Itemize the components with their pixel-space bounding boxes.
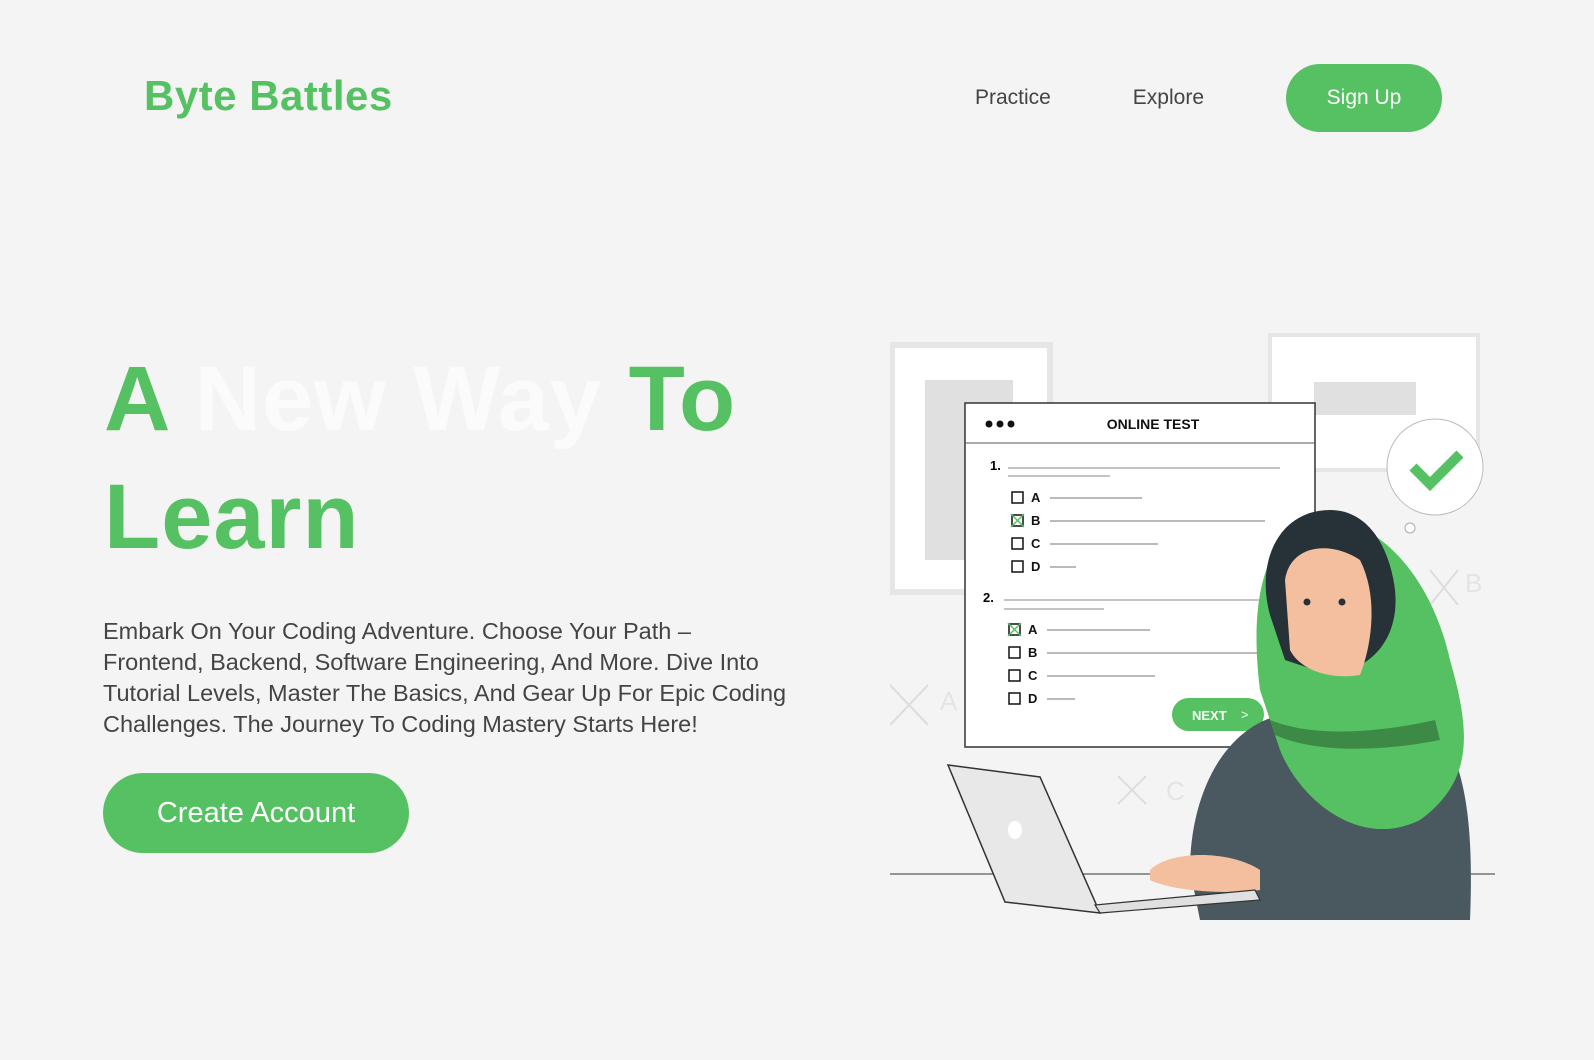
hero-title-line2: Learn [104,466,360,568]
test-window-title: ONLINE TEST [1107,416,1200,432]
hero-title: A New Way To Learn [104,340,736,576]
hero-title-word: A [104,348,169,450]
main-nav: Practice Explore Sign Up [975,64,1442,132]
hero-title-word: To [628,348,737,450]
nav-practice[interactable]: Practice [975,86,1051,110]
svg-text:A: A [1031,490,1041,505]
svg-text:D: D [1031,559,1040,574]
nav-explore[interactable]: Explore [1133,86,1204,110]
svg-text:A: A [1028,622,1038,637]
chevron-right-icon: > [1241,707,1249,722]
question-number: 2. [983,590,994,605]
faded-letter: B [1465,568,1482,598]
create-account-button[interactable]: Create Account [103,773,409,853]
question-number: 1. [990,458,1001,473]
hero-title-word-light: New Way [194,348,603,450]
svg-text:C: C [1031,536,1041,551]
logo[interactable]: Byte Battles [144,72,393,120]
sign-up-button[interactable]: Sign Up [1286,64,1442,132]
next-label: NEXT [1192,708,1227,723]
svg-text:D: D [1028,691,1037,706]
thought-bubble [1386,418,1484,516]
svg-text:B: B [1031,513,1040,528]
faded-letter: A [940,686,958,716]
hero-description: Embark On Your Coding Adventure. Choose … [103,617,787,737]
svg-text:B: B [1028,645,1037,660]
picture-frame-inner [1314,382,1416,415]
online-test-illustration: A B C ONLINE TEST 1. 2. A B C D A B C D … [890,333,1495,920]
faded-letter: C [1166,776,1185,806]
svg-text:C: C [1028,668,1038,683]
